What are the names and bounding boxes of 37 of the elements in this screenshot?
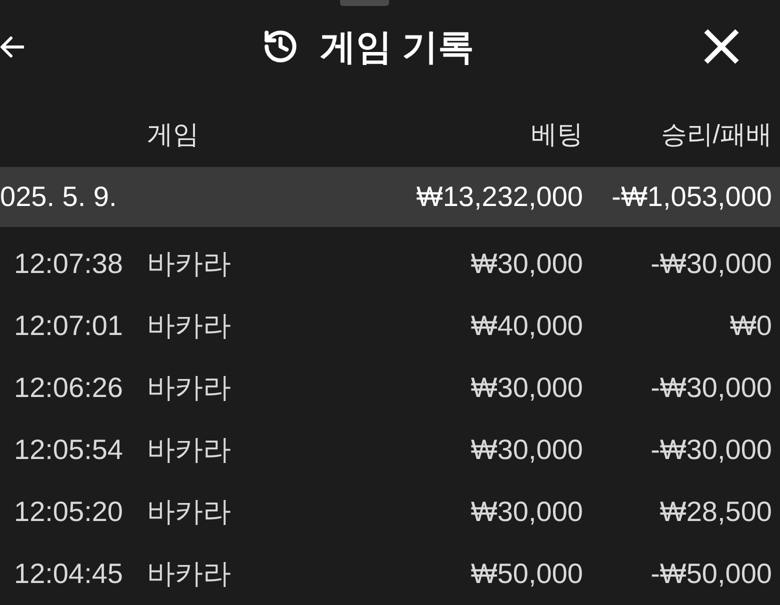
bet-cell: ₩30,000 [470, 370, 583, 405]
game-cell: 바카라 [147, 494, 231, 529]
result-cell: -₩30,000 [650, 370, 772, 405]
sheet-title: 게임 기록 [320, 24, 474, 69]
result-cell: ₩28,500 [660, 494, 772, 529]
close-icon [704, 29, 739, 64]
game-cell: 바카라 [147, 308, 231, 343]
time-cell: 12:04:45 [14, 556, 123, 591]
column-header: 베팅 [531, 118, 583, 150]
time-cell: 12:05:54 [14, 432, 123, 467]
game-cell: 바카라 [147, 370, 231, 405]
drag-handle[interactable] [340, 0, 389, 6]
time-cell: 12:07:38 [14, 246, 123, 281]
bet-total-cell: ₩13,232,000 [416, 180, 583, 214]
bet-cell: ₩30,000 [470, 494, 583, 529]
game-cell: 바카라 [147, 246, 231, 281]
result-cell: -₩30,000 [650, 432, 772, 467]
bet-cell: ₩30,000 [470, 246, 583, 281]
column-header: 승리/패배 [660, 118, 772, 150]
game-cell: 바카라 [147, 432, 231, 467]
back-button[interactable] [0, 36, 24, 58]
time-cell: 12:06:26 [14, 370, 123, 405]
date-cell: 025. 5. 9. [0, 180, 117, 214]
column-header: 게임 [147, 118, 199, 150]
result-cell: ₩0 [730, 308, 772, 343]
bet-cell: ₩40,000 [470, 308, 583, 343]
result-cell: -₩50,000 [650, 556, 772, 591]
left-arrow-icon [0, 36, 24, 58]
bet-cell: ₩30,000 [470, 432, 583, 467]
history-icon [262, 28, 299, 66]
time-cell: 12:07:01 [14, 308, 123, 343]
result-cell: -₩30,000 [650, 246, 772, 281]
game-cell: 바카라 [147, 556, 231, 591]
result-total-cell: -₩1,053,000 [612, 180, 772, 214]
close-button[interactable] [704, 29, 739, 64]
bet-cell: ₩50,000 [470, 556, 583, 591]
time-cell: 12:05:20 [14, 494, 123, 529]
